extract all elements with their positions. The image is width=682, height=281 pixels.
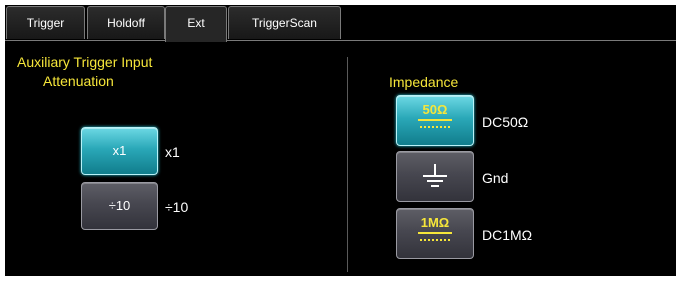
dc50-glyph-dots (420, 126, 450, 128)
tab-holdoff[interactable]: Holdoff (87, 6, 165, 39)
ext-trigger-dialog: Trigger Holdoff Ext TriggerScan Auxiliar… (5, 5, 676, 276)
dc1m-glyph: 1MΩ (420, 215, 450, 230)
attenuation-x1-button[interactable]: x1 (81, 127, 158, 175)
impedance-title: Impedance (389, 74, 459, 90)
attenuation-div10-button-label: ÷10 (108, 198, 131, 213)
impedance-dc1m-button[interactable]: 1MΩ (396, 208, 474, 259)
impedance-gnd-button[interactable] (396, 151, 474, 202)
impedance-dc1m-label: DC1MΩ (482, 227, 533, 243)
dc1m-glyph-dots (420, 239, 450, 241)
impedance-gnd-label: Gnd (482, 170, 509, 186)
tab-ext[interactable]: Ext (165, 6, 227, 42)
impedance-dc50-label: DC50Ω (482, 114, 529, 130)
attenuation-div10-label: ÷10 (165, 199, 189, 215)
ground-icon (423, 164, 447, 187)
tab-bar: Trigger Holdoff Ext TriggerScan (5, 5, 676, 42)
attenuation-div10-button[interactable]: ÷10 (81, 182, 158, 230)
attenuation-x1-button-label: x1 (112, 143, 127, 158)
attenuation-title-line2: Attenuation (43, 73, 114, 89)
tab-trigger[interactable]: Trigger (6, 6, 85, 39)
dc1m-glyph-underline (418, 232, 452, 234)
section-divider (347, 57, 348, 272)
attenuation-x1-label: x1 (165, 144, 180, 160)
tab-triggerscan[interactable]: TriggerScan (228, 6, 341, 39)
dc50-glyph: 50Ω (422, 102, 448, 117)
attenuation-title-line1: Auxiliary Trigger Input (17, 54, 153, 70)
dc50-glyph-underline (418, 119, 452, 121)
impedance-dc50-button[interactable]: 50Ω (396, 95, 474, 146)
tab-underline (5, 40, 676, 41)
ext-panel: Auxiliary Trigger Input Attenuation x1 x… (5, 41, 676, 276)
